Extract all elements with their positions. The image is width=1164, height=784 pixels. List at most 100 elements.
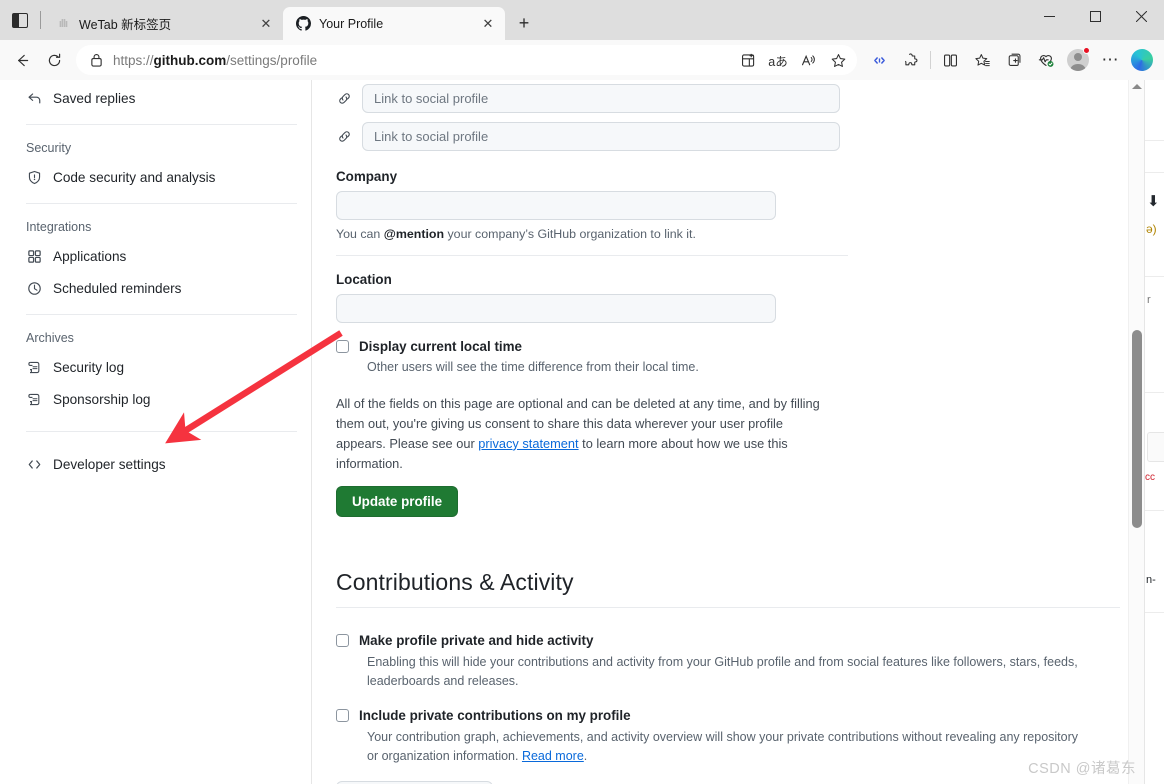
page-scrollbar[interactable] <box>1128 80 1144 784</box>
copilot-icon <box>1131 49 1153 71</box>
company-input[interactable] <box>336 191 776 220</box>
maximize-button[interactable] <box>1072 0 1118 32</box>
sidebar-divider <box>26 431 297 432</box>
favorites-icon[interactable] <box>966 44 998 76</box>
download-arrow-icon: ⬇ <box>1147 193 1160 210</box>
location-label: Location <box>336 272 392 287</box>
page-viewport: Saved replies Security Code security and… <box>0 80 1164 784</box>
address-bar[interactable]: https://github.com/settings/profile aあ <box>76 45 857 75</box>
browser-tab-wetab[interactable]: ıllı WeTab 新标签页 ✕ <box>43 7 283 40</box>
read-more-link[interactable]: Read more <box>522 749 584 763</box>
log-icon <box>26 359 42 375</box>
sidebar-item-label: Code security and analysis <box>53 169 216 185</box>
include-private-contributions-checkbox[interactable] <box>336 709 349 723</box>
sidebar-item-label: Security log <box>53 359 125 375</box>
section-divider <box>336 607 1120 609</box>
csdn-watermark: CSDN @诸葛东 <box>1028 761 1136 777</box>
tab-actions-button[interactable] <box>0 0 40 40</box>
sidebar-item-developer-settings[interactable]: Developer settings <box>24 448 311 480</box>
partial-text-glyph: cc <box>1145 472 1155 483</box>
tab-divider <box>40 11 41 29</box>
browser-essentials-icon[interactable] <box>1030 44 1062 76</box>
sidebar-group-security: Security <box>26 141 72 155</box>
company-label: Company <box>336 169 398 184</box>
partial-text-glyph: r <box>1147 294 1151 306</box>
clock-icon <box>26 280 42 296</box>
sidebar-divider <box>26 203 297 204</box>
social-profile-input-2[interactable]: Link to social profile <box>362 122 840 151</box>
new-tab-button[interactable]: + <box>509 8 539 38</box>
location-input[interactable] <box>336 294 776 323</box>
sidebar-item-applications[interactable]: Applications <box>24 240 311 272</box>
sidebar-item-scheduled-reminders[interactable]: Scheduled reminders <box>24 272 311 304</box>
browser-titlebar: ıllı WeTab 新标签页 ✕ Your Profile ✕ + <box>0 0 1164 40</box>
window-controls <box>1026 0 1164 32</box>
social-profile-placeholder: Link to social profile <box>374 91 489 106</box>
sidebar-item-label: Applications <box>53 248 127 264</box>
split-screen-icon[interactable] <box>733 47 763 73</box>
favorite-star-icon[interactable] <box>823 47 853 73</box>
include-private-contributions-description: Your contribution graph, achievements, a… <box>367 729 1079 763</box>
consent-paragraph: All of the fields on this page are optio… <box>336 396 820 471</box>
copilot-sidebar-icon[interactable] <box>863 44 895 76</box>
form-divider <box>336 255 848 256</box>
tab-title: WeTab 新标签页 <box>79 18 172 32</box>
close-button[interactable] <box>1118 0 1164 32</box>
scrollbar-thumb[interactable] <box>1132 330 1142 528</box>
sidebar-divider <box>26 124 297 125</box>
link-icon <box>336 91 352 107</box>
sidebar-item-label: Developer settings <box>53 456 166 472</box>
sidebar-divider <box>26 314 297 315</box>
sidebar-item-sponsorship-log[interactable]: Sponsorship log <box>24 383 311 415</box>
display-local-time-description: Other users will see the time difference… <box>367 360 699 375</box>
social-profile-input-1[interactable]: Link to social profile <box>362 84 840 113</box>
contributions-heading: Contributions & Activity <box>336 569 574 596</box>
close-icon[interactable]: ✕ <box>257 15 275 33</box>
reload-button[interactable] <box>38 44 70 76</box>
privacy-statement-link[interactable]: privacy statement <box>478 436 578 451</box>
reload-icon <box>48 53 60 66</box>
browser-essentials-split-icon[interactable] <box>934 44 966 76</box>
sidebar-item-label: Sponsorship log <box>53 391 151 407</box>
sidebar-item-security-log[interactable]: Security log <box>24 351 311 383</box>
sidebar-item-code-security-and-analysis[interactable]: Code security and analysis <box>24 161 311 193</box>
sidebar-item-label: Saved replies <box>53 90 136 106</box>
toolbar-right-actions: ⋯ <box>863 44 1158 76</box>
back-button[interactable] <box>6 44 38 76</box>
back-arrow-icon <box>17 54 28 66</box>
partial-text-glyph: n- <box>1146 574 1156 586</box>
translate-icon[interactable]: aあ <box>763 47 793 73</box>
display-local-time-row[interactable]: Display current local time Other users w… <box>336 338 1126 377</box>
collections-icon[interactable] <box>998 44 1030 76</box>
make-profile-private-label: Make profile private and hide activity <box>359 633 594 649</box>
make-profile-private-row[interactable]: Make profile private and hide activity E… <box>336 632 1126 690</box>
display-local-time-checkbox[interactable] <box>336 340 349 353</box>
scroll-up-arrow-icon[interactable] <box>1131 84 1142 89</box>
profile-settings-form: Link to social profile Link to social pr… <box>336 80 1126 784</box>
extensions-icon[interactable] <box>895 44 927 76</box>
make-profile-private-checkbox[interactable] <box>336 634 349 648</box>
settings-more-button[interactable]: ⋯ <box>1094 44 1126 76</box>
log-icon <box>26 391 42 407</box>
social-profile-row: Link to social profile <box>336 84 1126 113</box>
include-private-contributions-row[interactable]: Include private contributions on my prof… <box>336 707 1126 765</box>
github-icon <box>295 16 311 32</box>
make-profile-private-description: Enabling this will hide your contributio… <box>367 654 1078 688</box>
link-icon <box>336 129 352 145</box>
apps-grid-icon <box>26 248 42 264</box>
close-icon[interactable]: ✕ <box>479 15 497 33</box>
tab-title: Your Profile <box>319 16 384 31</box>
sidebar-item-saved-replies[interactable]: Saved replies <box>24 82 311 114</box>
address-url: https://github.com/settings/profile <box>113 52 318 68</box>
copilot-button[interactable] <box>1126 44 1158 76</box>
browser-tab-your-profile[interactable]: Your Profile ✕ <box>283 7 505 40</box>
sidebar-item-label: Scheduled reminders <box>53 280 182 296</box>
plus-icon: + <box>518 12 530 33</box>
minimize-button[interactable] <box>1026 0 1072 32</box>
toolbar-divider <box>930 51 931 69</box>
read-aloud-icon[interactable] <box>793 47 823 73</box>
browser-toolbar: https://github.com/settings/profile aあ ⋯ <box>0 40 1164 80</box>
sidebar-group-archives: Archives <box>26 331 74 345</box>
profile-avatar-button[interactable] <box>1062 44 1094 76</box>
update-profile-button[interactable]: Update profile <box>336 486 459 518</box>
